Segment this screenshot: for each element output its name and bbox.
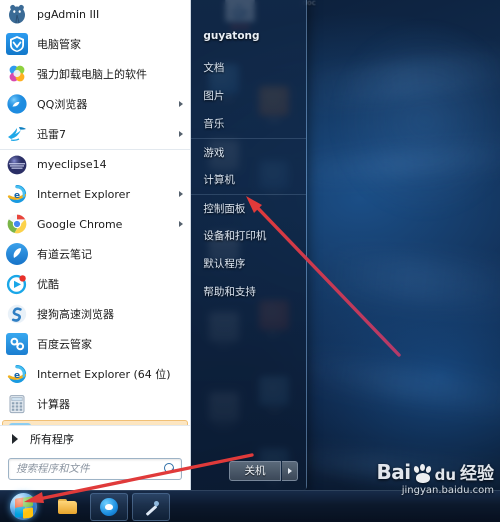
- pen-tool-icon: [143, 499, 159, 515]
- shutdown-button[interactable]: 关机: [229, 461, 281, 481]
- shutdown-options-button[interactable]: [282, 461, 298, 481]
- program-item-label: 强力卸载电脑上的软件: [37, 68, 147, 81]
- baidu-paw-icon: [412, 464, 434, 484]
- program-item-label: myeclipse14: [37, 158, 107, 171]
- right-item-computer[interactable]: 计算机: [191, 166, 306, 194]
- chevron-right-icon: [287, 468, 292, 474]
- program-item-label: pgAdmin III: [37, 7, 100, 21]
- youku-icon: [6, 273, 28, 295]
- program-item-label: 计算器: [37, 398, 70, 411]
- submenu-arrow-icon: [179, 221, 185, 227]
- program-item-calculator[interactable]: 计算器: [0, 389, 190, 419]
- right-item-documents[interactable]: 文档: [191, 54, 306, 82]
- folder-icon: [57, 499, 77, 514]
- program-item-label: 有道云笔记: [37, 248, 92, 261]
- right-pane-spacer: [191, 306, 306, 461]
- program-item-label: Internet Explorer (64 位): [37, 368, 171, 381]
- start-menu: pgAdmin III 电脑管家 强力卸载电脑上的软件 QQ浏览器 迅雷7 my…: [0, 0, 307, 491]
- program-item-google-chrome[interactable]: Google Chrome: [0, 209, 190, 239]
- program-item-youdao-note[interactable]: 有道云笔记: [0, 239, 190, 269]
- right-item-pictures[interactable]: 图片: [191, 82, 306, 110]
- thunder-icon: [6, 123, 28, 145]
- chrome-icon: [6, 213, 28, 235]
- qq-browser-icon: [6, 93, 28, 115]
- search-box[interactable]: [8, 458, 183, 480]
- watermark-bai-text: Bai: [376, 460, 411, 484]
- search-area: [0, 451, 190, 490]
- submenu-arrow-icon: [179, 101, 185, 107]
- program-item-label: 电脑管家: [37, 38, 81, 51]
- program-item-uninstaller[interactable]: 强力卸载电脑上的软件: [0, 59, 190, 89]
- start-menu-left-pane: pgAdmin III 电脑管家 强力卸载电脑上的软件 QQ浏览器 迅雷7 my…: [0, 0, 192, 490]
- program-item-sogou-browser[interactable]: 搜狗高速浏览器: [0, 299, 190, 329]
- submenu-arrow-icon: [179, 131, 185, 137]
- program-item-label: Internet Explorer: [37, 187, 130, 201]
- program-item-label: QQ浏览器: [37, 98, 88, 111]
- myeclipse-icon: [6, 154, 28, 176]
- desktop-screen: 回收站 计算机 网络 文档 下载 图片 音乐 视频 回收站 网络: [0, 0, 500, 522]
- right-item-games[interactable]: 游戏: [191, 138, 306, 166]
- program-item-pc-manager[interactable]: 电脑管家: [0, 29, 190, 59]
- program-item-internet-explorer[interactable]: e Internet Explorer: [0, 179, 190, 209]
- submenu-arrow-icon: [179, 191, 185, 197]
- baidu-watermark: Bai du 经验 jingyan.baidu.com: [376, 459, 494, 496]
- right-item-music[interactable]: 音乐: [191, 110, 306, 138]
- program-item-thunder[interactable]: 迅雷7: [0, 119, 190, 149]
- wallpaper-streak: [318, 249, 500, 313]
- taskbar-button-explorer[interactable]: [48, 493, 86, 521]
- uninstaller-icon: [6, 63, 28, 85]
- ie-icon: e: [6, 183, 28, 205]
- all-programs-button[interactable]: 所有程序: [0, 425, 191, 451]
- ie64-icon: e: [6, 363, 28, 385]
- baidu-cloud-icon: [6, 333, 28, 355]
- taskbar-button-qq-browser[interactable]: [90, 492, 128, 521]
- program-item-label: Google Chrome: [37, 217, 123, 231]
- program-item-label: 搜狗高速浏览器: [37, 308, 114, 321]
- watermark-du-text: du: [434, 466, 456, 484]
- all-programs-label: 所有程序: [30, 432, 74, 446]
- sogou-browser-icon: [6, 303, 28, 325]
- pc-manager-icon: [6, 33, 28, 55]
- program-item-label: 百度云管家: [37, 338, 92, 351]
- search-input[interactable]: [16, 463, 165, 475]
- program-item-youku[interactable]: 优酷: [0, 269, 190, 299]
- program-item-uninstall-thunder[interactable]: 卸载迅雷7: [2, 420, 189, 425]
- wallpaper-streak: [289, 350, 500, 420]
- watermark-url: jingyan.baidu.com: [401, 485, 494, 496]
- watermark-suffix-text: 经验: [460, 464, 494, 484]
- windows-logo-icon: [9, 493, 37, 520]
- wallpaper-streak: [298, 46, 500, 110]
- taskbar-button-pen-tool[interactable]: [132, 492, 170, 521]
- program-list: pgAdmin III 电脑管家 强力卸载电脑上的软件 QQ浏览器 迅雷7 my…: [0, 0, 191, 425]
- search-icon: [164, 463, 176, 475]
- start-button[interactable]: [2, 492, 44, 522]
- calculator-icon: [6, 393, 28, 415]
- uninstall-thunder-icon: [9, 423, 31, 425]
- pgadmin-icon: [6, 3, 28, 25]
- program-item-qq-browser[interactable]: QQ浏览器: [0, 89, 190, 119]
- program-item-label: 迅雷7: [37, 128, 66, 141]
- wallpaper-glow: [330, 20, 500, 220]
- program-item-internet-explorer-64[interactable]: e Internet Explorer (64 位): [0, 359, 190, 389]
- right-item-default-programs[interactable]: 默认程序: [191, 250, 306, 278]
- program-item-baidu-cloud[interactable]: 百度云管家: [0, 329, 190, 359]
- shutdown-row: 关机: [191, 461, 306, 490]
- right-item-devices-and-printers[interactable]: 设备和打印机: [191, 222, 306, 250]
- wallpaper-streak: [279, 138, 500, 188]
- program-item-label: 优酷: [37, 278, 59, 291]
- svg-text:e: e: [14, 371, 20, 381]
- svg-text:e: e: [14, 191, 20, 201]
- youdao-note-icon: [6, 243, 28, 265]
- right-item-control-panel[interactable]: 控制面板: [191, 194, 306, 222]
- program-item-pgadmin[interactable]: pgAdmin III: [0, 0, 190, 29]
- user-name-label[interactable]: guyatong: [191, 30, 306, 54]
- start-menu-right-pane: guyatong 文档 图片 音乐 游戏 计算机 控制面板 设备和打印机 默认程…: [191, 0, 306, 490]
- qq-browser-icon: [100, 497, 118, 516]
- all-programs-arrow-icon: [12, 433, 18, 444]
- right-item-help-and-support[interactable]: 帮助和支持: [191, 278, 306, 306]
- program-item-myeclipse[interactable]: myeclipse14: [0, 149, 191, 179]
